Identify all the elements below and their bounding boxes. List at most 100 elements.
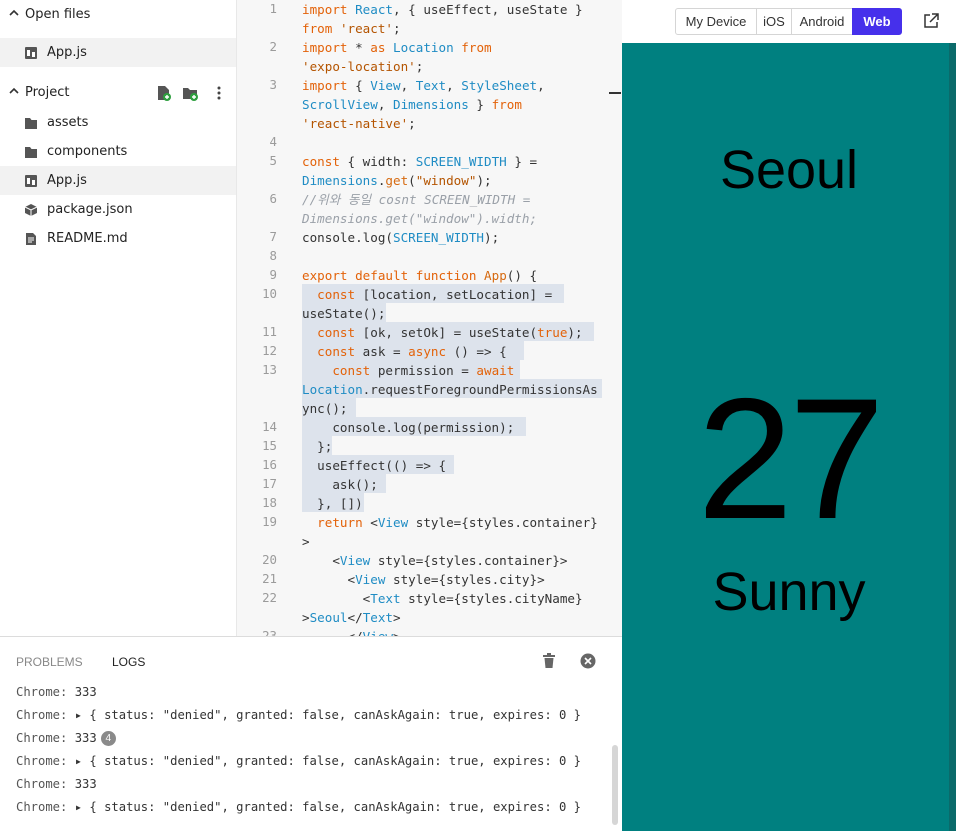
chevron-up-icon	[9, 9, 19, 16]
log-text: 333	[74, 731, 97, 745]
folder-icon	[25, 147, 37, 158]
line-number: 23	[262, 628, 277, 636]
open-file-app-js[interactable]: App.js	[0, 38, 236, 67]
code-line: };	[302, 439, 333, 454]
close-icon[interactable]	[580, 653, 596, 669]
log-source: Chrome:	[16, 685, 68, 699]
tree-item-readme[interactable]: README.md	[0, 224, 236, 253]
console-panel: PROBLEMS LOGS Chrome: 333 Chrome: ▸ { st…	[0, 636, 622, 831]
code-line: const { width: SCREEN_WIDTH } =	[302, 154, 538, 169]
line-number: 15	[262, 438, 277, 453]
code-editor[interactable]: 1 2 3 4 5 6 7 8 9 10 11 12 13 14 15 16 1…	[236, 0, 622, 636]
tree-item-label: components	[47, 144, 128, 159]
document-icon	[26, 233, 36, 245]
line-number: 2	[269, 39, 277, 54]
tree-item-assets[interactable]: assets	[0, 108, 236, 137]
line-number: 5	[269, 153, 277, 168]
code-line: ScrollView, Dimensions } from	[302, 97, 522, 112]
open-external-icon[interactable]	[922, 12, 940, 30]
code-line: console.log(permission);	[302, 420, 515, 435]
code-line: <Text style={styles.cityName}	[302, 591, 583, 606]
code-line: Dimensions.get("window");	[302, 173, 492, 188]
line-number: 7	[269, 229, 277, 244]
code-line: return <View style={styles.container}	[317, 515, 598, 530]
line-number: 18	[262, 495, 277, 510]
line-number: 9	[269, 267, 277, 282]
new-folder-icon[interactable]	[182, 85, 198, 101]
line-number: 6	[269, 191, 277, 206]
code-line: const ask = async () => {	[317, 344, 507, 359]
log-source: Chrome:	[16, 731, 68, 745]
code-line: </View>	[302, 627, 400, 636]
tree-item-app-js[interactable]: App.js	[0, 166, 236, 195]
file-js-icon	[25, 47, 37, 59]
line-number: 16	[262, 457, 277, 472]
trash-icon[interactable]	[542, 653, 556, 669]
log-text[interactable]: ▸ { status: "denied", granted: false, ca…	[75, 800, 581, 814]
tree-item-package-json[interactable]: package.json	[0, 195, 236, 224]
tab-android[interactable]: Android	[791, 8, 853, 35]
tab-ios[interactable]: iOS	[756, 8, 792, 35]
open-files-header[interactable]: Open files	[0, 2, 236, 26]
code-line: console.log(SCREEN_WIDTH);	[302, 230, 500, 245]
line-number: 4	[269, 134, 277, 149]
console-scrollbar[interactable]	[612, 745, 618, 825]
code-line: const [ok, setOk] = useState(true);	[317, 325, 583, 340]
app-preview: Seoul 27 Sunny	[622, 43, 956, 831]
code-line: 'react-native';	[302, 116, 416, 131]
new-file-icon[interactable]	[156, 85, 172, 101]
line-number: 1	[269, 1, 277, 16]
line-number: 13	[262, 362, 277, 377]
code-line: from 'react';	[302, 21, 401, 36]
repeat-count-badge: 4	[100, 731, 116, 746]
code-line: <View style={styles.city}>	[302, 572, 545, 587]
tree-item-components[interactable]: components	[0, 137, 236, 166]
temperature: 27	[697, 363, 884, 555]
tab-web[interactable]: Web	[852, 8, 902, 35]
more-options-icon[interactable]	[211, 85, 227, 101]
open-file-label: App.js	[47, 45, 87, 60]
line-number: 19	[262, 514, 277, 529]
tab-logs[interactable]: LOGS	[112, 655, 145, 669]
code-line: ask();	[302, 477, 378, 492]
code-line: const permission = await	[332, 363, 515, 378]
line-number: 21	[262, 571, 277, 586]
log-source: Chrome:	[16, 708, 68, 722]
log-row: Chrome: 333	[16, 777, 97, 791]
open-files-label: Open files	[25, 6, 91, 22]
city-name: Seoul	[719, 140, 859, 200]
code-line: export default function App() {	[302, 268, 538, 283]
line-number: 3	[269, 77, 277, 92]
log-row: Chrome: 333	[16, 685, 97, 699]
code-line: <View style={styles.container}>	[302, 553, 568, 568]
line-number: 8	[269, 248, 277, 263]
log-row: Chrome: ▸ { status: "denied", granted: f…	[16, 754, 581, 768]
preview-toolbar: My Device iOS Android Web	[622, 0, 956, 43]
code-line: }, [])	[302, 496, 363, 511]
log-row: Chrome: ▸ { status: "denied", granted: f…	[16, 708, 581, 722]
log-source: Chrome:	[16, 777, 68, 791]
log-text[interactable]: ▸ { status: "denied", granted: false, ca…	[75, 754, 581, 768]
log-row: Chrome: 333 4	[16, 731, 116, 746]
tab-problems[interactable]: PROBLEMS	[16, 655, 83, 669]
tab-my-device[interactable]: My Device	[675, 8, 757, 35]
line-number: 11	[262, 324, 277, 339]
line-number: 17	[262, 476, 277, 491]
code-line: Dimensions.get("window").width;	[302, 211, 538, 226]
code-line: useEffect(() => {	[302, 458, 447, 473]
file-sidebar: Open files App.js Project assets compone…	[0, 0, 236, 636]
code-line: //위와 동일 cosnt SCREEN_WIDTH =	[302, 192, 531, 207]
project-header[interactable]: Project	[0, 80, 236, 104]
code-line: >	[302, 534, 310, 549]
tree-item-label: package.json	[47, 202, 133, 217]
log-text[interactable]: ▸ { status: "denied", granted: false, ca…	[75, 708, 581, 722]
line-number: 10	[262, 286, 277, 301]
resize-handle[interactable]	[609, 92, 621, 94]
log-text: 333	[74, 777, 97, 791]
log-text: 333	[74, 685, 97, 699]
code-line: import React, { useEffect, useState }	[302, 2, 583, 17]
code-line: import { View, Text, StyleSheet,	[302, 78, 545, 93]
line-number: 22	[262, 590, 277, 605]
package-icon	[24, 204, 38, 216]
code-line: 'expo-location';	[302, 59, 424, 74]
